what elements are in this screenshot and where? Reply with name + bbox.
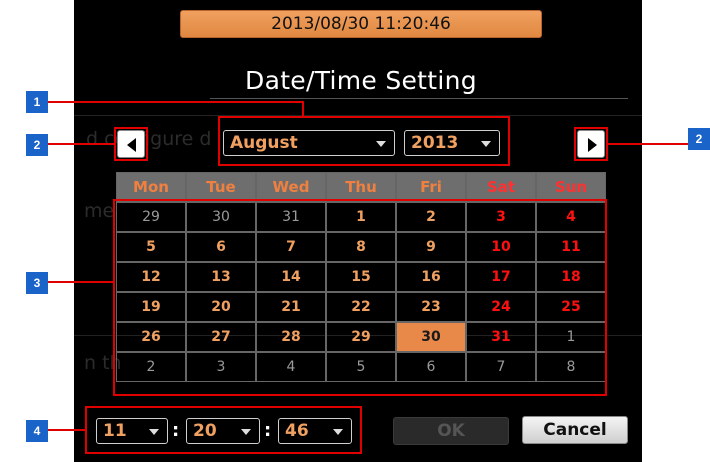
callout-badge-1: 1 bbox=[26, 91, 48, 113]
callout-box-3 bbox=[113, 199, 607, 396]
callout-line-3 bbox=[47, 281, 114, 283]
callout-badge-3: 3 bbox=[26, 272, 48, 294]
background-text-1: d configure d bbox=[86, 128, 212, 150]
callout-line-2-left bbox=[47, 143, 115, 145]
weekday-header: Wed bbox=[256, 172, 326, 202]
callout-box-2-left bbox=[114, 127, 148, 161]
callout-box-4 bbox=[85, 406, 362, 454]
title-divider bbox=[210, 98, 628, 99]
current-datetime-bar: 2013/08/30 11:20:46 bbox=[180, 10, 542, 38]
callout-box-2-right bbox=[574, 127, 608, 161]
callout-box-1 bbox=[218, 116, 510, 166]
weekday-header: Mon bbox=[116, 172, 186, 202]
weekday-header: Tue bbox=[186, 172, 256, 202]
weekday-header: Sun bbox=[536, 172, 606, 202]
cancel-button[interactable]: Cancel bbox=[522, 416, 628, 444]
ok-button[interactable]: OK bbox=[393, 417, 509, 445]
callout-line-4 bbox=[47, 429, 86, 431]
callout-line-2-right bbox=[607, 143, 695, 145]
weekday-header: Sat bbox=[466, 172, 536, 202]
callout-badge-2-right: 2 bbox=[688, 128, 710, 150]
callout-badge-4: 4 bbox=[26, 420, 48, 442]
callout-badge-2-left: 2 bbox=[26, 134, 48, 156]
callout-line-1 bbox=[47, 101, 303, 103]
weekday-header: Fri bbox=[396, 172, 466, 202]
dialog-title: Date/Time Setting bbox=[245, 66, 477, 95]
weekday-header: Thu bbox=[326, 172, 396, 202]
callout-line-1 bbox=[302, 101, 304, 117]
background-text-2: me bbox=[84, 200, 115, 222]
